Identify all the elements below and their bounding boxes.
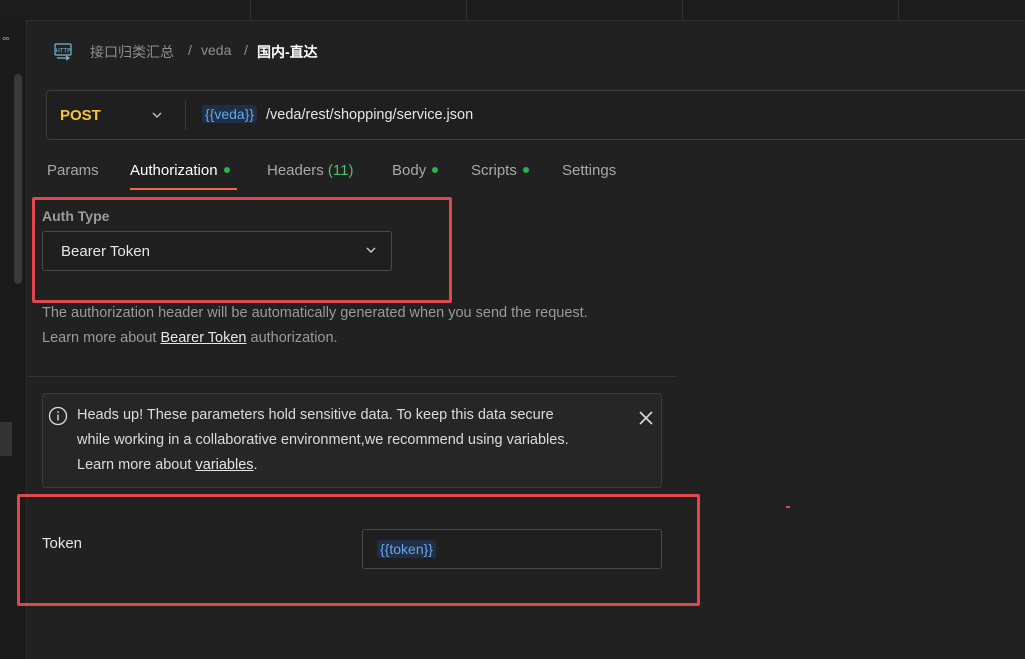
tab-scripts[interactable]: Scripts (471, 162, 529, 179)
token-label: Token (42, 535, 83, 552)
breadcrumb-separator: / (244, 42, 248, 58)
sidebar-handle[interactable] (0, 422, 12, 456)
breadcrumb-folder[interactable]: veda (201, 42, 231, 58)
tab-params[interactable]: Params (47, 162, 99, 179)
more-icon[interactable]: °° (2, 36, 10, 48)
tab-authorization[interactable]: Authorization (130, 162, 230, 179)
tab-label: Headers (267, 162, 324, 179)
tab-label: Body (392, 162, 427, 179)
breadcrumb-collection[interactable]: 接口归类汇总 (90, 42, 174, 62)
tab-label: Authorization (130, 162, 218, 179)
status-dot (223, 167, 230, 174)
http-icon: HTTP (54, 43, 72, 61)
status-dot (522, 167, 529, 174)
annotation-mark (786, 506, 790, 508)
tab-settings[interactable]: Settings (562, 162, 616, 179)
open-tab[interactable] (674, 0, 899, 20)
close-icon[interactable] (637, 409, 655, 427)
variables-link[interactable]: variables (196, 457, 254, 473)
svg-text:HTTP: HTTP (55, 48, 71, 55)
banner-text: while working in a collaborative environ… (77, 432, 569, 448)
token-variable[interactable]: {{token}} (377, 540, 436, 558)
active-tab-indicator (130, 188, 237, 190)
tab-label: Scripts (471, 162, 517, 179)
auth-learn-more: Learn more about Bearer Token authorizat… (42, 330, 338, 346)
auth-help-text: The authorization header will be automat… (42, 305, 588, 321)
banner-prefix: Learn more about (77, 457, 196, 473)
divider (28, 376, 676, 377)
open-tab[interactable] (242, 0, 467, 20)
breadcrumb-separator: / (188, 42, 192, 58)
url-variable[interactable]: {{veda}} (202, 105, 258, 123)
scrollbar[interactable] (14, 74, 22, 284)
bearer-token-link[interactable]: Bearer Token (161, 330, 247, 346)
banner-text: Heads up! These parameters hold sensitiv… (77, 407, 554, 423)
divider (185, 100, 186, 130)
tab-label: Settings (562, 162, 617, 179)
tab-label: Params (47, 162, 99, 179)
request-tab-strip (0, 0, 1025, 21)
open-tab[interactable] (930, 0, 1025, 20)
auth-type-value[interactable]: Bearer Token (61, 243, 150, 260)
url-input[interactable]: /veda/rest/shopping/service.json (266, 107, 473, 123)
chevron-down-icon[interactable] (364, 243, 378, 257)
url-bar (46, 90, 1025, 140)
tab-headers[interactable]: Headers (11) (267, 162, 353, 179)
auth-type-label: Auth Type (42, 208, 110, 224)
method-select[interactable]: POST (60, 107, 101, 124)
tab-body[interactable]: Body (392, 162, 439, 179)
info-icon (48, 406, 68, 426)
headers-count: (11) (327, 162, 354, 179)
banner-suffix: . (253, 457, 258, 473)
open-tab[interactable] (458, 0, 683, 20)
banner-learn-more: Learn more about variables. (77, 457, 258, 473)
status-dot (432, 167, 439, 174)
help-suffix: authorization. (246, 330, 338, 346)
open-tab[interactable] (60, 0, 251, 20)
help-prefix: Learn more about (42, 330, 161, 346)
chevron-down-icon[interactable] (150, 108, 164, 122)
page-title[interactable]: 国内-直达 (257, 42, 318, 62)
